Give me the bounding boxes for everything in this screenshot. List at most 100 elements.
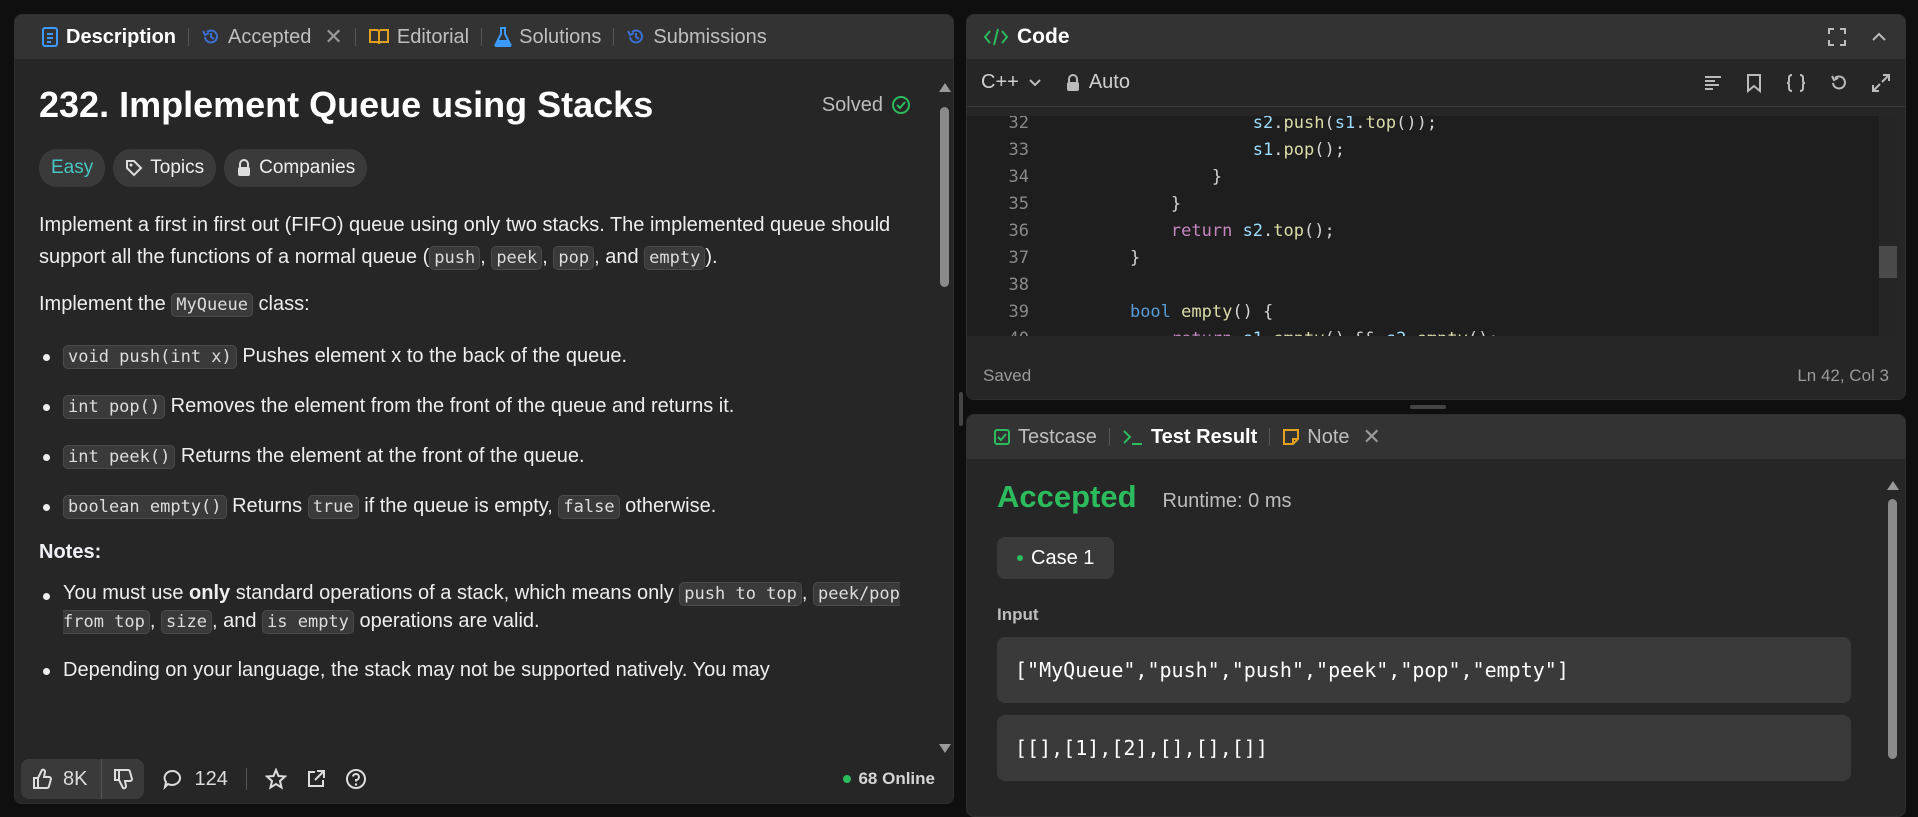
code-pop: pop [553,246,595,270]
note-emphasis: only [189,582,231,604]
description-panel: Description Accepted ✕ Editorial Solutio… [14,14,954,804]
intro-paragraph: Implement a first in first out (FIFO) qu… [39,209,911,274]
result-scrollbar[interactable] [1885,475,1899,815]
result-body: Accepted Runtime: 0 ms Case 1 Input ["My… [967,459,1887,816]
code-text: } [1089,247,1141,268]
code-myqueue: MyQueue [171,293,253,317]
lock-icon [1065,73,1081,92]
online-dot [843,775,852,783]
code-title: Code [983,25,1070,49]
description-scrollbar[interactable] [937,77,951,757]
code-line: 39 bool empty() { [967,298,1897,325]
expand-icon[interactable] [1871,73,1891,93]
fullscreen-icon[interactable] [1827,27,1847,47]
difficulty-badge[interactable]: Easy [39,149,106,187]
favorite-button[interactable] [264,768,287,790]
code-push-to-top: push to top [679,582,802,606]
class-paragraph: Implement the MyQueue class: [39,288,911,321]
braces-icon[interactable] [1785,73,1807,93]
thumbs-up-icon [31,768,53,790]
code-panel: Code C++ Auto 32 s2.push(s1.top()); 33 s… [966,14,1906,400]
tab-submissions[interactable]: Submissions [614,15,778,59]
vertical-resize-handle[interactable] [959,392,963,426]
method-signature: int peek() [63,445,176,469]
problem-title: 232. Implement Queue using Stacks [39,84,654,125]
code-true: true [307,495,359,519]
line-number: 37 [1008,247,1029,268]
close-icon[interactable]: ✕ [324,24,342,50]
tag-row: Easy Topics Companies [39,149,911,187]
input-value-box: [[],[1],[2],[],[],[]] [997,715,1851,781]
token: push [1283,116,1325,133]
topics-label: Topics [150,157,205,178]
code-editor[interactable]: 32 s2.push(s1.top()); 33 s1.pop(); 34 } … [967,116,1897,336]
auto-mode[interactable]: Auto [1065,71,1130,94]
tab-solutions[interactable]: Solutions [482,15,613,59]
list-item: int peek() Returns the element at the fr… [39,441,911,472]
token: return [1171,329,1232,337]
code-line: 37 } [967,244,1897,271]
share-icon [305,768,327,790]
token: empty [1181,301,1233,322]
method-list: void push(int x) Pushes element x to the… [39,341,911,522]
method-desc: otherwise. [619,495,717,517]
comments-button[interactable]: 124 [162,768,228,791]
runtime-text: Runtime: 0 ms [1162,490,1292,512]
code-text: s1.pop(); [1252,139,1345,160]
code-peek: peek [491,246,543,270]
intro-text: , and [594,246,645,268]
token: empty [1417,329,1468,337]
solved-indicator: Solved [822,94,911,117]
scroll-up-arrow[interactable] [939,83,951,92]
result-status: Accepted [997,479,1137,514]
reset-icon[interactable] [1829,73,1849,93]
tab-note[interactable]: Note ✕ [1270,415,1393,459]
horizontal-resize-handle[interactable] [1410,405,1446,409]
method-signature: int pop() [63,395,166,419]
scroll-thumb[interactable] [940,107,949,287]
bookmark-icon[interactable] [1745,73,1763,93]
code-header: Code [967,15,1905,59]
code-false: false [558,495,620,519]
code-line: 38 [967,271,1897,298]
title-row: 232. Implement Queue using Stacks Solved [39,83,911,127]
tab-accepted[interactable]: Accepted ✕ [189,15,355,59]
code-line: 36 return s2.top(); [967,217,1897,244]
editor-lines: 32 s2.push(s1.top()); 33 s1.pop(); 34 } … [967,116,1897,336]
line-number: 34 [1008,166,1029,187]
case-label: Case 1 [1031,546,1095,569]
scroll-thumb[interactable] [1888,499,1897,759]
comment-icon [162,768,184,790]
case-tab[interactable]: Case 1 [997,537,1115,579]
code-is-empty: is empty [262,610,354,634]
topics-tag[interactable]: Topics [113,149,217,187]
tab-test-result[interactable]: Test Result [1110,415,1269,459]
note-text: , and [211,610,263,632]
editor-scroll-thumb[interactable] [1879,246,1897,278]
intro-text: , [480,246,492,268]
scroll-down-arrow[interactable] [939,744,951,753]
dislike-button[interactable] [102,759,144,799]
description-body: 232. Implement Queue using Stacks Solved… [15,59,935,759]
save-status: Saved [983,366,1032,385]
tab-editorial[interactable]: Editorial [356,15,481,59]
scroll-up-arrow[interactable] [1887,481,1899,490]
language-select[interactable]: C++ [981,71,1043,94]
format-icon[interactable] [1703,73,1723,93]
intro-text: Implement the [39,293,172,315]
share-button[interactable] [305,768,327,790]
close-icon[interactable]: ✕ [1363,424,1381,450]
tab-description[interactable]: Description [29,15,188,59]
help-button[interactable] [345,768,367,790]
like-button[interactable]: 8K [21,759,103,799]
line-number: 32 [1008,116,1029,133]
chevron-up-icon[interactable] [1869,27,1889,47]
companies-tag[interactable]: Companies [224,149,368,187]
token: bool [1129,301,1171,322]
token: s1 [1243,329,1263,337]
editor-scrollbar[interactable] [1879,116,1897,336]
online-count: 68 Online [858,769,935,788]
code-text: return s1.empty() && s2.empty(); [1029,329,1499,337]
lock-icon [236,159,252,177]
tab-testcase[interactable]: Testcase [981,415,1109,459]
